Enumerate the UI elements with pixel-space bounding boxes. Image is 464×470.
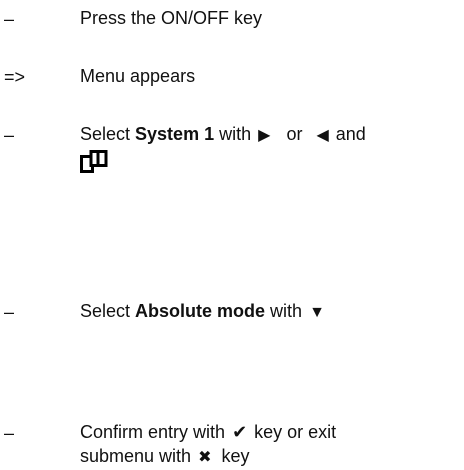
right-arrow-icon: ▶ (258, 127, 271, 144)
step-bullet: – (4, 9, 15, 29)
text-submenu: submenu with (80, 446, 192, 466)
text-pre: Select (80, 124, 136, 144)
text-line-1: Confirm entry with ✔ key or exit (80, 420, 460, 444)
text-line-2: submenu with ✖ key (80, 444, 460, 470)
step-bullet: – (4, 423, 15, 443)
absolute-mode-label: Absolute mode (135, 301, 266, 321)
step-bullet: – (4, 302, 15, 322)
step-text: Select Absolute mode with ▼ (80, 299, 460, 325)
text-key: key (221, 446, 250, 466)
step-text: Press the ON/OFF key (80, 8, 263, 28)
left-arrow-icon: ◀ (316, 127, 329, 144)
text-and: and (335, 124, 366, 144)
step-text: Select System 1 with ▶ or ◀ and (80, 122, 460, 174)
down-arrow-icon: ▼ (309, 304, 325, 321)
result-arrow: => (4, 67, 26, 87)
cross-icon: ✖ (198, 449, 212, 466)
text-confirm: Confirm entry with (80, 422, 226, 442)
check-icon: ✔ (232, 422, 248, 442)
text-with: with (265, 301, 303, 321)
text-key-exit: key or exit (249, 422, 337, 442)
step-text: Confirm entry with ✔ key or exit submenu… (80, 420, 460, 470)
text-with: with (214, 124, 252, 144)
text-or: or (286, 124, 303, 144)
step-bullet: – (4, 125, 15, 145)
text-pre: Select (80, 301, 136, 321)
screens-icon (80, 150, 108, 173)
step-text: Menu appears (80, 66, 196, 86)
system-1-label: System 1 (135, 124, 215, 144)
